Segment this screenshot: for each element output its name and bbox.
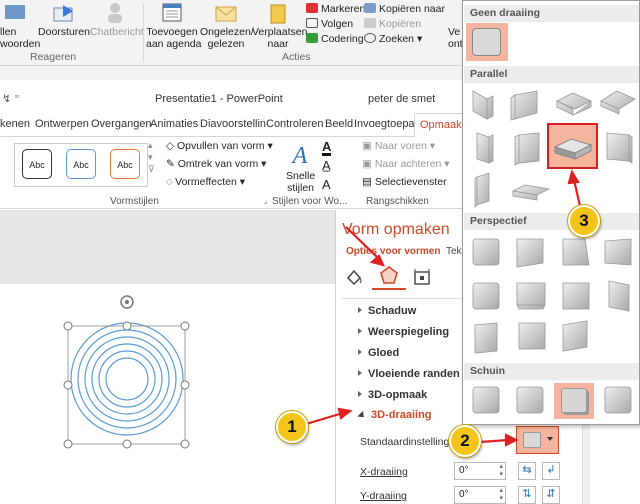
arrow-3 xyxy=(572,179,582,207)
annotation-arrows xyxy=(305,169,582,447)
callout-1: 1 xyxy=(276,411,308,443)
arrow-to-effects-tab xyxy=(345,226,379,259)
arrow-2 xyxy=(479,438,509,444)
arrowhead xyxy=(567,169,580,185)
arrowhead xyxy=(337,407,353,420)
callout-3: 3 xyxy=(568,205,600,237)
arrowhead xyxy=(504,433,519,447)
arrowhead xyxy=(369,254,385,267)
callout-2: 2 xyxy=(449,425,481,457)
arrow-1 xyxy=(305,411,344,426)
